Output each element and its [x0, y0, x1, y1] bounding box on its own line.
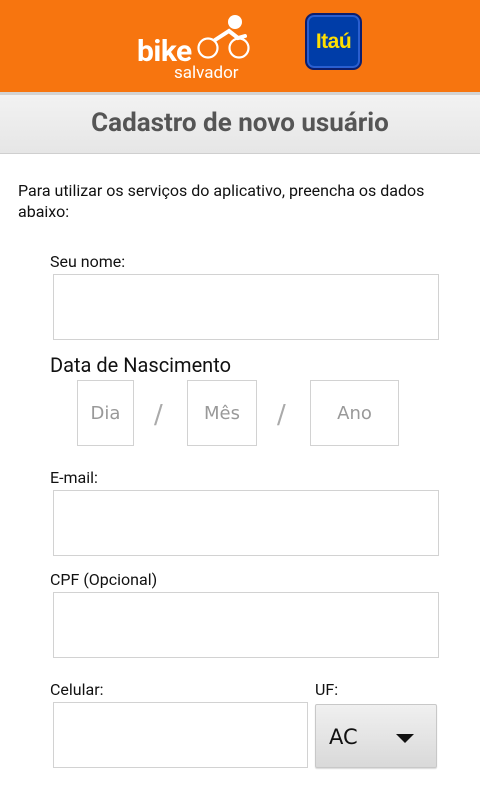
birth-year-field[interactable]	[310, 380, 399, 446]
birth-month-field[interactable]	[187, 380, 257, 446]
app-header: bike salvador Itaú	[0, 0, 480, 92]
birth-day-field[interactable]	[77, 380, 134, 446]
birth-month-input[interactable]	[188, 381, 256, 445]
birth-day-input[interactable]	[78, 381, 133, 445]
date-separator: /	[277, 400, 286, 430]
cpf-input[interactable]	[54, 593, 438, 657]
bike-salvador-logo: bike salvador	[137, 14, 257, 84]
name-label: Seu nome:	[50, 252, 126, 271]
uf-select[interactable]: AC	[315, 704, 437, 768]
intro-text: Para utilizar os serviços do aplicativo,…	[18, 181, 425, 221]
title-bar: Cadastro de novo usuário	[0, 92, 480, 154]
cpf-label: CPF (Opcional)	[50, 570, 158, 589]
cyclist-icon	[197, 15, 250, 59]
cpf-field[interactable]	[53, 592, 439, 658]
itau-logo: Itaú	[305, 13, 362, 70]
uf-label: UF:	[315, 680, 339, 699]
dropdown-arrow-icon	[396, 734, 414, 743]
logo-city-text: salvador	[174, 63, 239, 83]
name-input[interactable]	[54, 275, 438, 339]
birth-year-input[interactable]	[311, 381, 398, 445]
uf-selected-value: AC	[329, 725, 358, 749]
email-label: E-mail:	[50, 468, 98, 487]
page-title: Cadastro de novo usuário	[91, 108, 389, 138]
phone-label: Celular:	[50, 680, 104, 699]
name-field[interactable]	[53, 274, 439, 340]
phone-input[interactable]	[54, 703, 307, 767]
email-field[interactable]	[53, 490, 439, 556]
phone-field[interactable]	[53, 702, 308, 768]
birth-date-label: Data de Nascimento	[50, 353, 231, 377]
itau-logo-text: Itaú	[315, 30, 352, 53]
date-separator: /	[154, 400, 163, 430]
email-input[interactable]	[54, 491, 438, 555]
